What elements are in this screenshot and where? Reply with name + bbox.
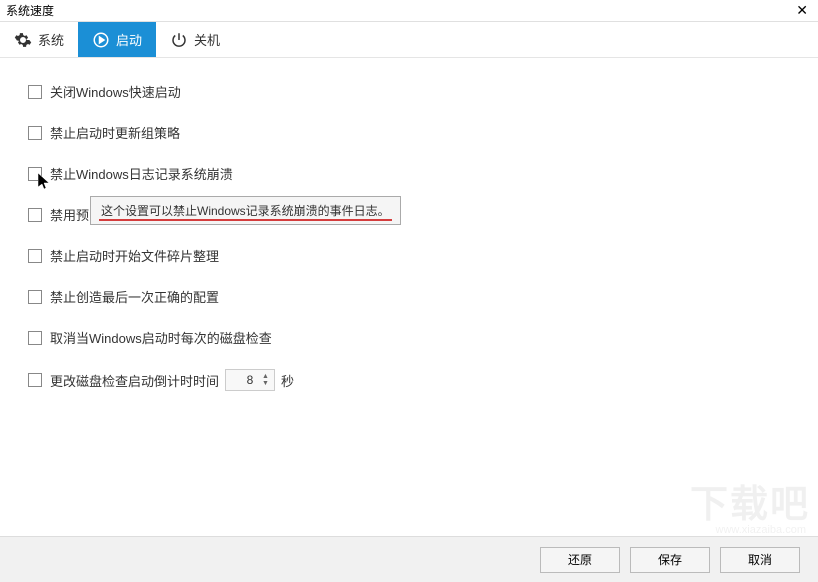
checkbox-disable-defrag[interactable] <box>28 249 42 263</box>
label-close-fast-startup: 关闭Windows快速启动 <box>50 82 181 101</box>
tab-shutdown-label: 关机 <box>194 30 220 49</box>
power-icon <box>170 31 188 49</box>
countdown-value: 8 <box>247 373 254 387</box>
checkbox-change-countdown[interactable] <box>28 373 42 387</box>
gear-icon <box>14 31 32 49</box>
save-button[interactable]: 保存 <box>630 547 710 573</box>
checkbox-close-fast-startup[interactable] <box>28 85 42 99</box>
close-button[interactable]: ✕ <box>792 2 812 19</box>
countdown-spinner[interactable]: 8 ▲▼ <box>225 369 275 391</box>
checkbox-disable-gp-update[interactable] <box>28 126 42 140</box>
window-title: 系统速度 <box>6 2 54 19</box>
watermark: 下载吧 <box>690 473 810 528</box>
label-disable-last-config: 禁止创造最后一次正确的配置 <box>50 287 219 306</box>
checkbox-disable-prefetch[interactable] <box>28 208 42 222</box>
label-disable-defrag: 禁止启动时开始文件碎片整理 <box>50 246 219 265</box>
tooltip: 这个设置可以禁止Windows记录系统崩溃的事件日志。 <box>90 196 401 225</box>
tooltip-underline <box>99 219 392 221</box>
tab-system-label: 系统 <box>38 30 64 49</box>
tab-system[interactable]: 系统 <box>0 22 78 57</box>
cancel-button[interactable]: 取消 <box>720 547 800 573</box>
label-disable-gp-update: 禁止启动时更新组策略 <box>50 123 180 142</box>
watermark-sub: www.xiazaiba.com <box>716 524 806 536</box>
cursor-icon <box>38 173 52 196</box>
restore-button[interactable]: 还原 <box>540 547 620 573</box>
seconds-suffix: 秒 <box>281 371 294 390</box>
play-circle-icon <box>92 31 110 49</box>
spinner-arrows-icon[interactable]: ▲▼ <box>262 373 272 387</box>
label-disable-crash-log: 禁止Windows日志记录系统崩溃 <box>50 164 233 183</box>
label-disable-prefetch: 禁用预 <box>50 205 89 224</box>
label-change-countdown: 更改磁盘检查启动倒计时时间 <box>50 371 219 390</box>
checkbox-disable-last-config[interactable] <box>28 290 42 304</box>
tab-startup-label: 启动 <box>116 30 142 49</box>
label-cancel-disk-check: 取消当Windows启动时每次的磁盘检查 <box>50 328 272 347</box>
tab-startup[interactable]: 启动 <box>78 22 156 57</box>
tooltip-text: 这个设置可以禁止Windows记录系统崩溃的事件日志。 <box>101 204 390 218</box>
checkbox-cancel-disk-check[interactable] <box>28 331 42 345</box>
tab-shutdown[interactable]: 关机 <box>156 22 234 57</box>
